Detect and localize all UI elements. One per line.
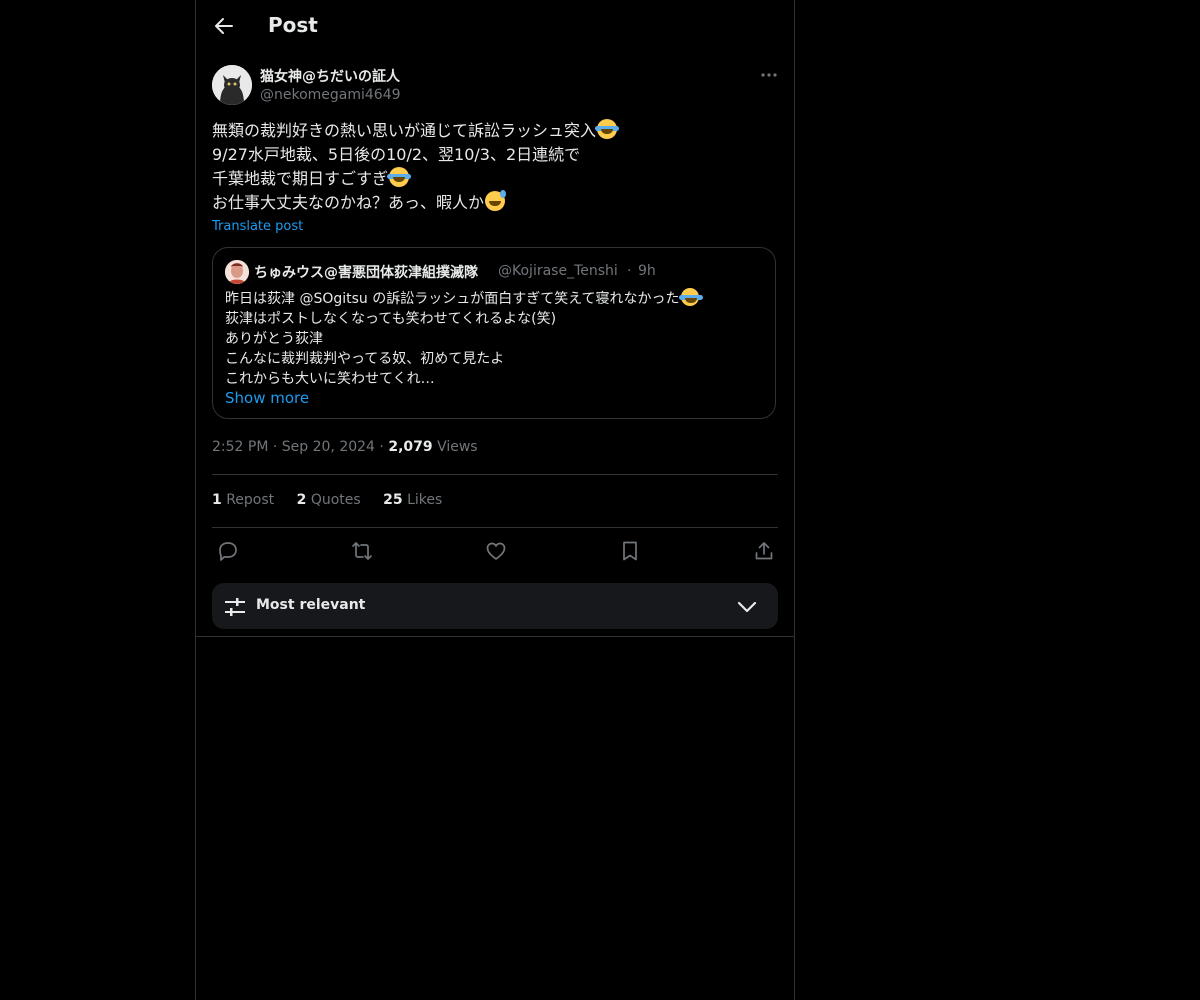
like-button[interactable] [485, 540, 507, 562]
person-avatar-icon [225, 260, 249, 284]
show-more-link[interactable]: Show more [225, 389, 309, 407]
main-column: Post 猫女神@ちだいの証人 @nekomegami4649 無類の裁判好きの… [195, 0, 795, 1000]
reply-button[interactable] [217, 540, 239, 562]
tears-of-joy-emoji-icon [595, 119, 620, 139]
author-name[interactable]: 猫女神@ちだいの証人 [260, 66, 400, 86]
meta-separator: · [379, 439, 384, 455]
repost-stat[interactable]: 1 Repost [212, 492, 274, 508]
quotes-stat[interactable]: 2 Quotes [297, 492, 361, 508]
cat-avatar-icon [212, 65, 252, 105]
post-line: 9/27水戸地裁、5日後の10/2、翌10/3、2日連続で [212, 145, 581, 164]
quote-line: こんなに裁判裁判やってる奴、初めて見たよ [225, 351, 505, 367]
translate-post-link[interactable]: Translate post [212, 219, 303, 234]
quote-avatar [225, 260, 249, 284]
quote-line: 荻津はポストしなくなっても笑わせてくれるよな(笑) [225, 311, 557, 327]
post-date[interactable]: Sep 20, 2024 [282, 439, 375, 455]
quote-author-name: ちゅみウス@害悪団体荻津組撲滅隊 [254, 265, 478, 281]
divider [212, 474, 778, 475]
share-button[interactable] [753, 540, 775, 562]
reply-sort-dropdown[interactable]: Most relevant [212, 583, 778, 629]
views-label: Views [437, 439, 478, 455]
bookmark-button[interactable] [619, 540, 641, 562]
bookmark-icon [623, 541, 637, 561]
more-icon [761, 73, 777, 77]
quoted-post[interactable]: ちゅみウス@害悪団体荻津組撲滅隊 @Kojirase_Tenshi · 9h 昨… [212, 247, 776, 419]
likes-stat[interactable]: 25 Likes [383, 492, 442, 508]
post-line: 千葉地裁で期日すごすぎ [212, 167, 772, 191]
grinning-sweat-emoji-icon [485, 190, 507, 211]
views-count: 2,079 [388, 439, 433, 455]
post-meta: 2:52 PM · Sep 20, 2024 · 2,079 Views [212, 439, 478, 455]
chevron-down-icon [737, 601, 757, 613]
quote-line: ありがとう荻津 [225, 331, 323, 347]
more-button[interactable] [758, 66, 780, 84]
post-text: 無類の裁判好きの熱い思いが通じて訴訟ラッシュ突入 9/27水戸地裁、5日後の10… [212, 119, 772, 215]
back-button[interactable] [212, 14, 236, 38]
quote-author-handle: @Kojirase_Tenshi [498, 263, 618, 279]
quote-line: これからも大いに笑わせてくれ… [225, 371, 435, 387]
author-handle[interactable]: @nekomegami4649 [260, 87, 401, 103]
quote-time: 9h [638, 263, 656, 279]
header: Post [196, 0, 794, 54]
post-line: 無類の裁判好きの熱い思いが通じて訴訟ラッシュ突入 [212, 119, 772, 143]
like-icon [486, 542, 506, 560]
sliders-icon [225, 598, 245, 616]
quote-separator: · [627, 263, 632, 279]
quote-text: 昨日は荻津 @SOgitsu の訴訟ラッシュが面白すぎて笑えて寝れなかった 荻津… [225, 288, 765, 389]
reply-icon [219, 542, 237, 561]
divider [212, 527, 778, 528]
avatar[interactable] [212, 65, 252, 105]
meta-separator: · [272, 439, 278, 455]
tears-of-joy-emoji-icon [678, 288, 703, 306]
divider [196, 636, 794, 637]
post-time[interactable]: 2:52 PM [212, 439, 268, 455]
quote-line: 昨日は荻津 @SOgitsu の訴訟ラッシュが面白すぎて笑えて寝れなかった [225, 288, 765, 309]
share-icon [755, 542, 773, 560]
post-line: お仕事大丈夫なのかね？あっ、暇人か [212, 190, 772, 215]
post-stats: 1 Repost 2 Quotes 25 Likes [212, 492, 460, 508]
sort-label: Most relevant [256, 597, 366, 613]
tears-of-joy-emoji-icon [387, 167, 412, 187]
repost-icon [352, 542, 372, 560]
repost-button[interactable] [351, 540, 373, 562]
arrow-left-icon [215, 18, 233, 34]
page-title: Post [268, 13, 318, 37]
